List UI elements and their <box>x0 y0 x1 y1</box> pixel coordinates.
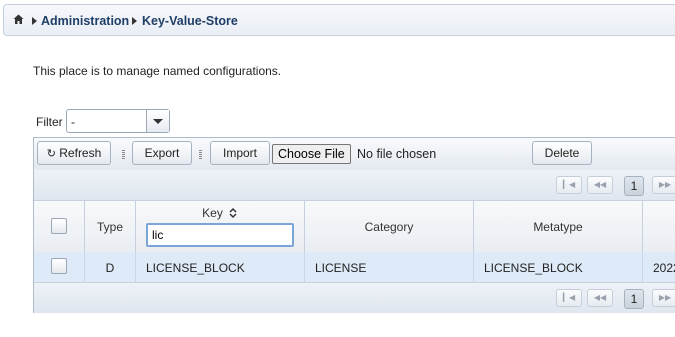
chevron-right-icon <box>132 17 137 25</box>
import-button[interactable]: Import <box>210 141 270 165</box>
breadcrumb-administration[interactable]: Administration <box>41 14 129 28</box>
filter-label: Filter <box>36 115 63 129</box>
breadcrumb: Administration Key-Value-Store <box>3 4 675 36</box>
table-header: Type Key Category Metatype <box>34 201 675 253</box>
key-value-grid: ↻ Refresh Export Import Choose File No f… <box>33 137 675 313</box>
pager-bottom: ▎◀ ◀◀ 1 ▶▶ <box>34 282 675 313</box>
filter-select[interactable]: - <box>66 109 170 133</box>
column-divider <box>304 252 305 282</box>
prev-page-icon[interactable]: ◀◀ <box>587 289 613 307</box>
delete-button[interactable]: Delete <box>532 141 592 165</box>
row-checkbox[interactable] <box>51 258 67 274</box>
table-row[interactable]: D LICENSE_BLOCK LICENSE LICENSE_BLOCK 20… <box>34 252 675 282</box>
home-icon[interactable] <box>13 14 24 25</box>
toolbar-separator <box>122 150 125 159</box>
pager-top: ▎◀ ◀◀ 1 ▶▶ <box>34 170 675 201</box>
column-header-category[interactable]: Category <box>305 220 473 234</box>
column-header-type[interactable]: Type <box>85 220 135 234</box>
column-divider <box>473 252 474 282</box>
refresh-icon: ↻ <box>46 148 56 160</box>
column-header-metatype[interactable]: Metatype <box>474 220 642 234</box>
sort-icon[interactable] <box>229 207 237 219</box>
cell-category: LICENSE <box>315 261 367 275</box>
column-header-key[interactable]: Key <box>200 206 225 220</box>
breadcrumb-key-value-store[interactable]: Key-Value-Store <box>142 14 238 28</box>
cell-type: D <box>105 261 115 275</box>
cell-key: LICENSE_BLOCK <box>146 261 245 275</box>
refresh-button[interactable]: ↻ Refresh <box>37 141 111 165</box>
prev-page-icon[interactable]: ◀◀ <box>587 176 613 194</box>
key-filter-input[interactable] <box>146 223 294 247</box>
refresh-label: Refresh <box>59 146 102 160</box>
export-button[interactable]: Export <box>132 141 192 165</box>
first-page-icon[interactable]: ▎◀ <box>556 289 582 307</box>
page-number[interactable]: 1 <box>624 289 644 309</box>
page-description: This place is to manage named configurat… <box>33 64 282 78</box>
chevron-down-icon <box>153 119 163 124</box>
column-divider <box>642 201 643 252</box>
next-page-icon[interactable]: ▶▶ <box>652 176 675 194</box>
toolbar-separator <box>199 150 202 159</box>
column-divider <box>642 252 643 282</box>
chevron-right-icon <box>32 17 37 25</box>
filter-dropdown-button[interactable] <box>146 110 169 132</box>
grid-toolbar: ↻ Refresh Export Import Choose File No f… <box>34 138 675 171</box>
cell-date: 2022 <box>653 261 675 275</box>
cell-metatype: LICENSE_BLOCK <box>484 261 583 275</box>
page-number[interactable]: 1 <box>624 176 644 196</box>
next-page-icon[interactable]: ▶▶ <box>652 289 675 307</box>
first-page-icon[interactable]: ▎◀ <box>556 176 582 194</box>
no-file-chosen-text: No file chosen <box>357 147 437 161</box>
choose-file-button[interactable]: Choose File <box>272 144 351 164</box>
select-all-checkbox[interactable] <box>51 218 67 234</box>
filter-value: - <box>71 115 75 129</box>
column-divider <box>135 252 136 282</box>
column-divider <box>135 201 136 252</box>
